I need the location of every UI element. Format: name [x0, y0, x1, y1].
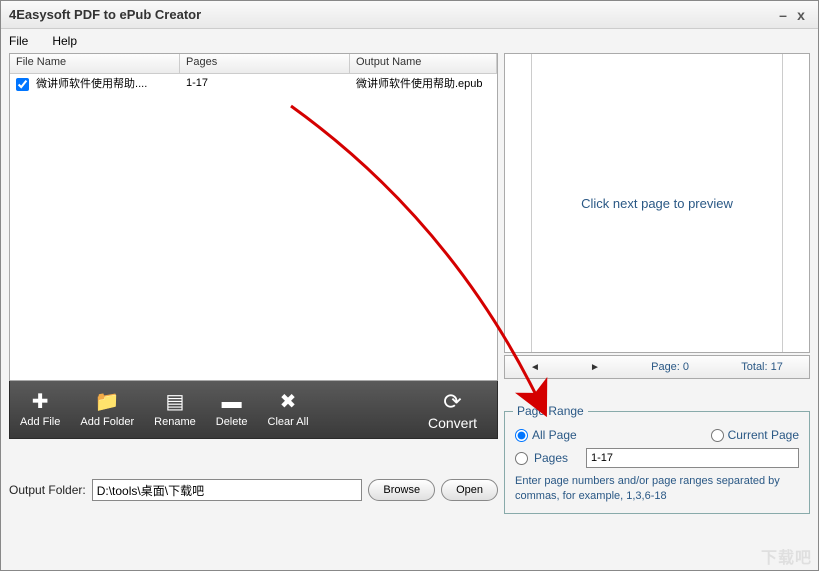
pages-radio[interactable] [515, 452, 528, 465]
all-page-radio[interactable] [515, 429, 528, 442]
preview-placeholder[interactable]: Click next page to preview [531, 54, 783, 352]
refresh-icon: ⟳ [443, 389, 461, 415]
row-output: 微讲师软件使用帮助.epub [350, 75, 497, 91]
close-button[interactable]: x [792, 7, 810, 23]
row-filename: 微讲师软件使用帮助.... [36, 78, 147, 90]
open-button[interactable]: Open [441, 479, 498, 501]
list-icon: ▤ [166, 392, 185, 414]
menu-file[interactable]: File [9, 34, 28, 48]
current-page-label: Current Page [728, 428, 799, 442]
output-folder-label: Output Folder: [9, 483, 86, 497]
window-title: 4Easysoft PDF to ePub Creator [9, 7, 201, 22]
pages-label: Pages [534, 451, 580, 465]
page-number: Page: 0 [651, 361, 689, 373]
col-header-pages[interactable]: Pages [180, 54, 350, 73]
minus-icon: ▬ [222, 392, 242, 414]
next-page-button[interactable]: ► [565, 362, 625, 373]
current-page-radio[interactable] [711, 429, 724, 442]
minimize-button[interactable]: – [774, 7, 792, 23]
folder-plus-icon: 📁 [95, 392, 120, 414]
row-checkbox[interactable] [16, 78, 29, 91]
table-header: File Name Pages Output Name [10, 54, 497, 74]
x-icon: ✖ [280, 392, 297, 414]
add-folder-button[interactable]: 📁 Add Folder [70, 388, 144, 432]
col-header-filename[interactable]: File Name [10, 54, 180, 73]
file-table: File Name Pages Output Name 微讲师软件使用帮助...… [9, 53, 498, 381]
convert-button[interactable]: ⟳ Convert [408, 385, 497, 435]
plus-icon: ✚ [32, 392, 49, 414]
menubar: File Help [1, 29, 818, 53]
page-range-legend: Page Range [513, 404, 588, 418]
titlebar: 4Easysoft PDF to ePub Creator – x [1, 1, 818, 29]
clear-all-button[interactable]: ✖ Clear All [258, 388, 319, 432]
delete-button[interactable]: ▬ Delete [206, 388, 258, 432]
app-window: 4Easysoft PDF to ePub Creator – x File H… [0, 0, 819, 571]
output-folder-input[interactable] [92, 479, 363, 501]
add-file-button[interactable]: ✚ Add File [10, 388, 70, 432]
table-row[interactable]: 微讲师软件使用帮助.... 1-17 微讲师软件使用帮助.epub [10, 74, 497, 92]
prev-page-button[interactable]: ◄ [505, 362, 565, 373]
pages-input[interactable] [586, 448, 799, 468]
preview-pane: Click next page to preview [504, 53, 810, 353]
watermark: 下载吧 [761, 544, 812, 568]
output-folder-row: Output Folder: Browse Open [9, 479, 498, 501]
menu-help[interactable]: Help [52, 34, 77, 48]
browse-button[interactable]: Browse [368, 479, 435, 501]
page-range-hint: Enter page numbers and/or page ranges se… [515, 474, 799, 505]
row-pages: 1-17 [180, 77, 350, 89]
rename-button[interactable]: ▤ Rename [144, 388, 206, 432]
pager: ◄ ► Page: 0 Total: 17 [504, 355, 810, 379]
page-range-group: Page Range All Page Current Page Pages [504, 411, 810, 514]
page-total: Total: 17 [741, 361, 783, 373]
col-header-output[interactable]: Output Name [350, 54, 497, 73]
all-page-label: All Page [532, 428, 577, 442]
toolbar: ✚ Add File 📁 Add Folder ▤ Rename ▬ Delet… [9, 381, 498, 439]
